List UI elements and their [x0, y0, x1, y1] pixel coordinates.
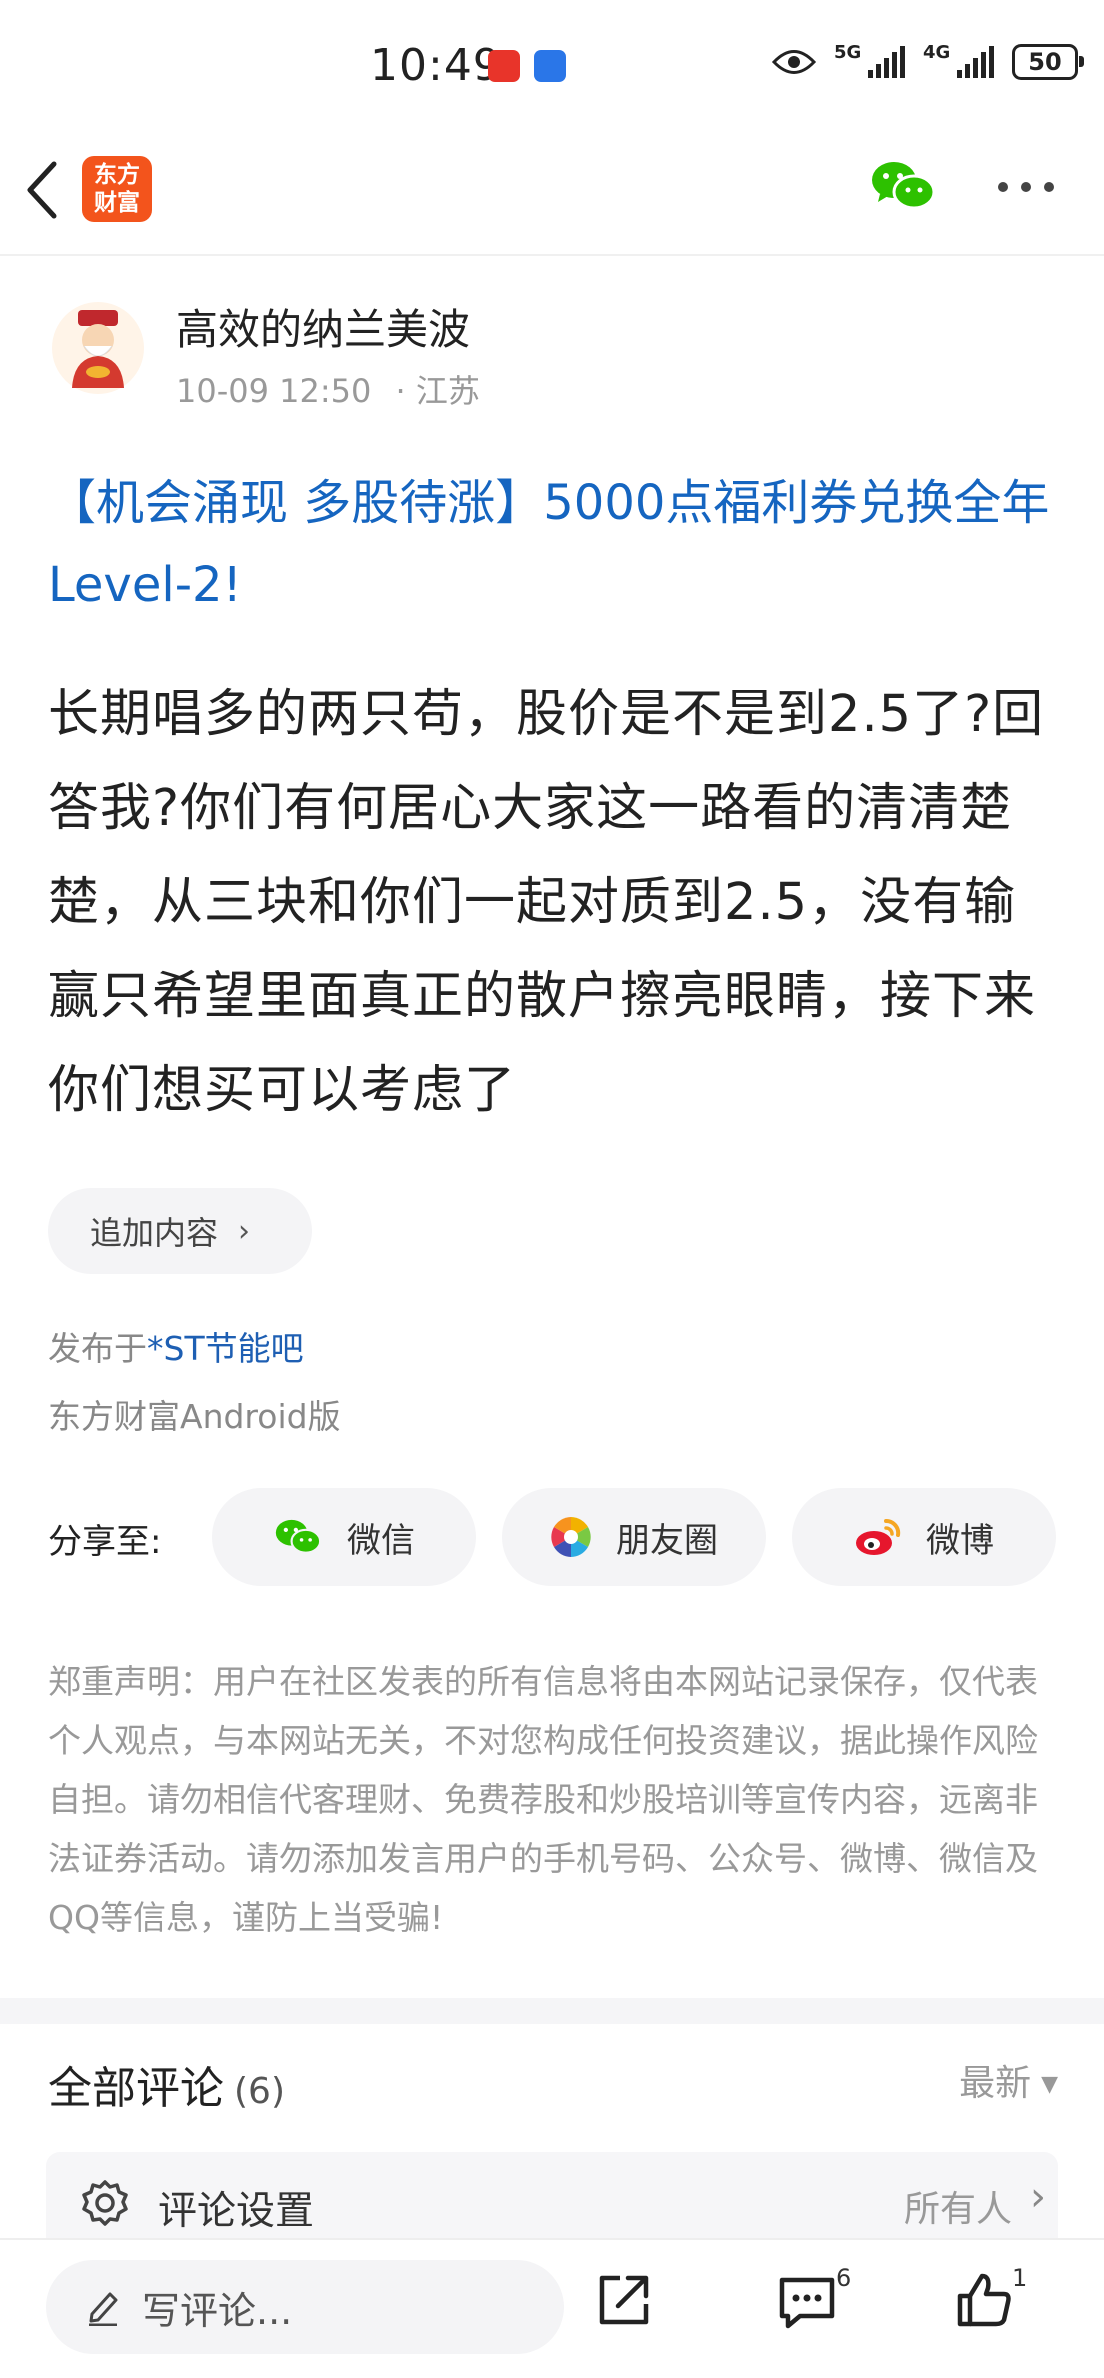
- post-date: 10-09 12:50: [176, 372, 372, 410]
- promo-title-link[interactable]: 【机会涌现 多股待涨】5000点福利券兑换全年Level-2!: [48, 462, 1058, 626]
- more-dots-icon[interactable]: [996, 180, 1056, 194]
- pencil-icon: [89, 2292, 118, 2326]
- comments-count: (6): [234, 2071, 285, 2112]
- signal-5g-icon: 5G: [834, 42, 905, 78]
- app-notification-icon: [488, 50, 520, 82]
- share-label: 分享至:: [48, 1522, 162, 1562]
- share-moments-button[interactable]: 朋友圈: [502, 1488, 766, 1586]
- sort-dropdown[interactable]: 最新 ▼: [959, 2054, 1058, 2106]
- add-content-button[interactable]: 追加内容 ›: [48, 1188, 312, 1274]
- network-type-label: 5G: [834, 42, 862, 63]
- comments-title: 全部评论: [48, 2063, 224, 2114]
- back-icon[interactable]: [22, 160, 62, 220]
- post-location: · 江苏: [395, 372, 480, 410]
- moments-icon: [551, 1517, 591, 1557]
- share-icon[interactable]: [594, 2270, 654, 2330]
- wechat-icon: [275, 1519, 322, 1554]
- forum-link[interactable]: *ST节能吧: [147, 1329, 304, 1368]
- share-wechat-label: 微信: [347, 1520, 415, 1561]
- published-in: 发布于*ST节能吧: [48, 1322, 304, 1370]
- share-wechat-button[interactable]: 微信: [212, 1488, 476, 1586]
- weibo-icon: [856, 1518, 901, 1555]
- triangle-down-icon: ▼: [1041, 2072, 1058, 2097]
- network-type-label: 4G: [923, 42, 951, 63]
- app-logo: 东方 财富: [82, 156, 152, 222]
- disclaimer-text: 郑重声明：用户在社区发表的所有信息将由本网站记录保存，仅代表个人观点，与本网站无…: [48, 1662, 1038, 1937]
- add-content-label: 追加内容: [90, 1214, 219, 1252]
- signal-4g-icon: 4G: [923, 42, 994, 78]
- post-meta: 10-09 12:50 · 江苏: [176, 366, 480, 412]
- like-count-badge: 1: [1012, 2264, 1028, 2292]
- post-body: 长期唱多的两只苟，股价是不是到2.5了?回答我?你们有何居心大家这一路看的清清楚…: [48, 685, 1045, 1120]
- share-weibo-label: 微博: [926, 1520, 994, 1561]
- client-source: 东方财富Android版: [48, 1397, 341, 1436]
- write-comment-placeholder: 写评论...: [142, 2288, 293, 2333]
- top-nav-bar: [0, 150, 1104, 256]
- thumbs-up-icon[interactable]: [954, 2270, 1014, 2330]
- battery-icon: 50: [1012, 44, 1084, 80]
- sort-label: 最新: [959, 2063, 1032, 2104]
- logo-text: 东方: [94, 162, 140, 188]
- chevron-right-icon: ›: [1030, 2174, 1046, 2220]
- avatar[interactable]: [50, 300, 146, 396]
- comment-settings-value: 所有人: [903, 2189, 1012, 2230]
- comment-count-badge: 6: [836, 2264, 852, 2292]
- published-prefix: 发布于: [48, 1329, 147, 1368]
- wechat-icon[interactable]: [870, 158, 936, 214]
- share-moments-label: 朋友圈: [616, 1520, 718, 1561]
- comment-settings-label: 评论设置: [158, 2189, 315, 2234]
- comment-icon[interactable]: [776, 2274, 838, 2332]
- app-notification-icon: [534, 50, 566, 82]
- status-indicators: 5G 4G 50: [772, 42, 1084, 80]
- gear-icon: [82, 2180, 128, 2226]
- author-name[interactable]: 高效的纳兰美波: [176, 296, 470, 357]
- write-comment-input[interactable]: 写评论...: [46, 2260, 564, 2354]
- status-time: 10:49: [370, 40, 502, 91]
- section-divider: [0, 1998, 1104, 2024]
- logo-text: 财富: [94, 190, 140, 216]
- eye-icon: [772, 50, 816, 74]
- comments-header: 全部评论 (6): [48, 2052, 285, 2116]
- battery-level: 50: [1028, 48, 1062, 76]
- chevron-right-icon: ›: [238, 1213, 251, 1249]
- share-weibo-button[interactable]: 微博: [792, 1488, 1056, 1586]
